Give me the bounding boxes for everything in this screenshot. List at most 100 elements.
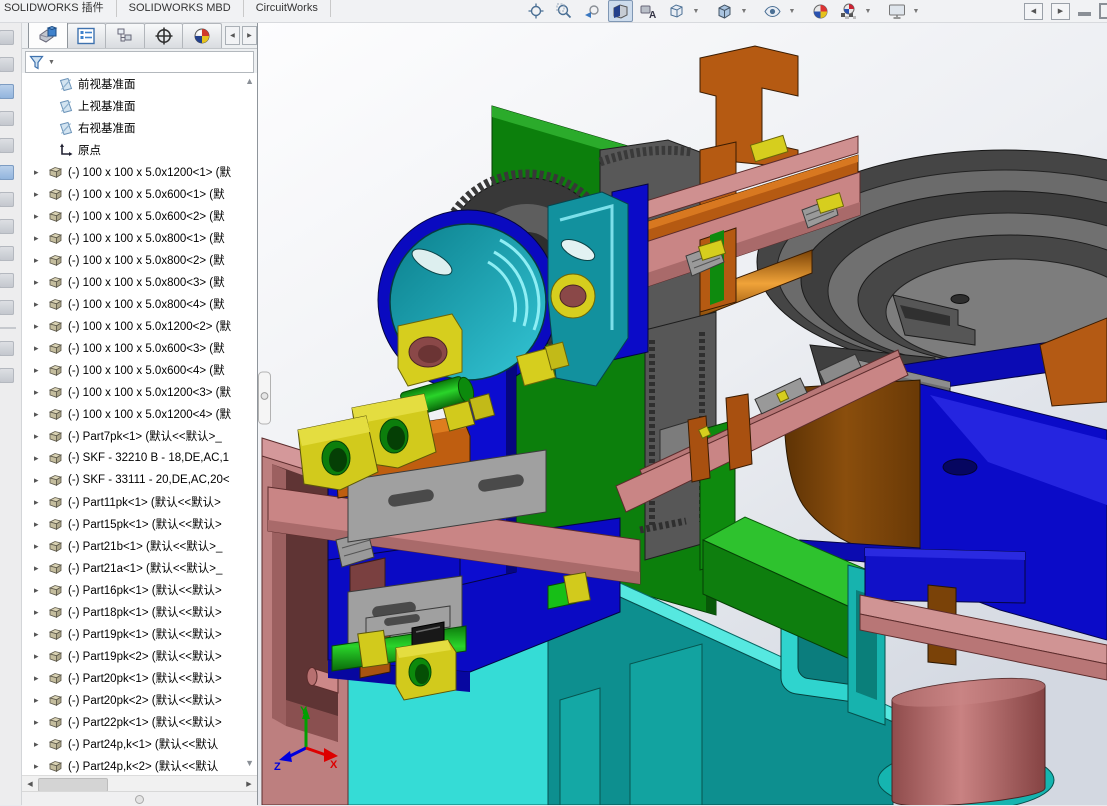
expand-arrow-icon[interactable]: ▸ [34,607,48,618]
maximize-button[interactable] [1099,3,1107,19]
tab-displaymanager[interactable] [182,23,222,48]
panel-collapse-tab[interactable] [258,371,271,425]
expand-arrow-icon[interactable]: ▸ [34,211,48,222]
tree-item[interactable]: ▸ 前视基准面 [22,73,257,95]
display-style-icon[interactable] [712,0,737,22]
expand-arrow-icon[interactable]: ▸ [34,541,48,552]
tree-item[interactable]: ▸ (-) Part24p,k<2> (默认<<默认 [22,755,257,775]
left-toolbar-icon[interactable] [0,192,14,207]
expand-arrow-icon[interactable]: ▸ [34,189,48,200]
left-toolbar-icon[interactable] [0,57,14,72]
tab-configurationmanager[interactable] [105,23,145,48]
tree-item[interactable]: ▸ (-) Part22pk<1> (默认<<默认> [22,711,257,733]
panel-tab-scroll-left[interactable]: ◀ [224,26,240,45]
tree-horizontal-scrollbar[interactable]: ◀ ▶ [22,775,257,792]
expand-arrow-icon[interactable]: ▸ [34,321,48,332]
tree-item[interactable]: ▸ (-) 100 x 100 x 5.0x600<3> (默 [22,337,257,359]
hide-show-items-icon[interactable] [760,0,785,22]
tree-item[interactable]: ▸ (-) Part15pk<1> (默认<<默认> [22,513,257,535]
menu-tab-circuitworks[interactable]: CircuitWorks [244,0,331,17]
expand-arrow-icon[interactable]: ▸ [34,343,48,354]
expand-arrow-icon[interactable]: ▸ [34,453,48,464]
edit-appearance-icon[interactable] [808,0,833,22]
tree-item[interactable]: ▸ (-) 100 x 100 x 5.0x600<1> (默 [22,183,257,205]
expand-arrow-icon[interactable]: ▸ [34,629,48,640]
tree-item[interactable]: ▸ (-) Part7pk<1> (默认<<默认>_ [22,425,257,447]
previous-view-icon[interactable] [580,0,605,22]
view-orientation-caret-icon[interactable]: ▼ [692,8,700,15]
left-toolbar-icon[interactable] [0,219,14,234]
tab-propertymanager[interactable] [66,23,107,48]
menu-tab-solidworks-mbd[interactable]: SOLIDWORKS MBD [117,0,244,17]
tree-item[interactable]: ▸ (-) 100 x 100 x 5.0x600<2> (默 [22,205,257,227]
expand-arrow-icon[interactable]: ▸ [34,255,48,266]
tab-featuremanager-design-tree[interactable] [28,21,68,48]
view-orientation-icon[interactable] [664,0,689,22]
tree-item[interactable]: ▸ (-) Part18pk<1> (默认<<默认> [22,601,257,623]
expand-arrow-icon[interactable]: ▸ [34,387,48,398]
tree-item[interactable]: ▸ (-) 100 x 100 x 5.0x1200<3> (默 [22,381,257,403]
panel-tab-scroll-right[interactable]: ▶ [241,26,257,45]
tree-scroll-down-icon[interactable]: ▼ [245,758,254,768]
tree-item[interactable]: ▸ (-) SKF - 33111 - 20,DE,AC,20< [22,469,257,491]
tree-item[interactable]: ▸ (-) 100 x 100 x 5.0x1200<4> (默 [22,403,257,425]
view-settings-caret-icon[interactable]: ▼ [912,8,920,15]
panel-splitter[interactable] [22,791,257,806]
left-toolbar-icon[interactable] [0,300,14,315]
apply-scene-icon[interactable] [836,0,861,22]
tree-item[interactable]: ▸ (-) 100 x 100 x 5.0x800<2> (默 [22,249,257,271]
view-settings-icon[interactable] [884,0,909,22]
expand-arrow-icon[interactable]: ▸ [34,585,48,596]
section-view-icon[interactable] [608,0,633,22]
collapse-left-pane-button[interactable]: ◀ [1024,2,1043,20]
tree-item[interactable]: ▸ (-) Part21b<1> (默认<<默认>_ [22,535,257,557]
expand-arrow-icon[interactable]: ▸ [34,277,48,288]
expand-arrow-icon[interactable]: ▸ [34,695,48,706]
tree-item[interactable]: ▸ 右视基准面 [22,117,257,139]
left-toolbar-icon[interactable] [0,30,14,45]
left-toolbar-icon[interactable] [0,246,14,261]
tree-item[interactable]: ▸ (-) 100 x 100 x 5.0x800<4> (默 [22,293,257,315]
3d-viewport[interactable]: Y Z X [258,22,1107,805]
tree-item[interactable]: ▸ (-) 100 x 100 x 5.0x1200<1> (默 [22,161,257,183]
left-toolbar-icon[interactable] [0,368,14,383]
hide-show-items-caret-icon[interactable]: ▼ [788,8,796,15]
left-toolbar-icon[interactable] [0,165,14,180]
collapse-right-pane-button[interactable]: ▶ [1051,2,1070,20]
expand-arrow-icon[interactable]: ▸ [34,651,48,662]
expand-arrow-icon[interactable]: ▸ [34,761,48,772]
menu-tab-solidworks-addins[interactable]: SOLIDWORKS 插件 [0,0,117,17]
tree-item[interactable]: ▸ (-) Part24p,k<1> (默认<<默认 [22,733,257,755]
tree-filter-input[interactable] [57,53,253,71]
expand-arrow-icon[interactable]: ▸ [34,519,48,530]
expand-arrow-icon[interactable]: ▸ [34,299,48,310]
tree-item[interactable]: ▸ (-) SKF - 32210 B - 18,DE,AC,1 [22,447,257,469]
expand-arrow-icon[interactable]: ▸ [34,497,48,508]
tab-dimxpertmanager[interactable] [143,23,184,48]
expand-arrow-icon[interactable]: ▸ [34,563,48,574]
tree-item[interactable]: ▸ 原点 [22,139,257,161]
filter-funnel-icon[interactable] [29,55,45,70]
tree-item[interactable]: ▸ (-) Part20pk<2> (默认<<默认> [22,689,257,711]
tree-item[interactable]: ▸ 上视基准面 [22,95,257,117]
expand-arrow-icon[interactable]: ▸ [34,431,48,442]
tree-item[interactable]: ▸ (-) Part16pk<1> (默认<<默认> [22,579,257,601]
hscroll-right-arrow-icon[interactable]: ▶ [241,776,257,792]
zoom-to-fit-icon[interactable] [524,0,549,22]
tree-item[interactable]: ▸ (-) 100 x 100 x 5.0x1200<2> (默 [22,315,257,337]
expand-arrow-icon[interactable]: ▸ [34,739,48,750]
expand-arrow-icon[interactable]: ▸ [34,717,48,728]
hscroll-left-arrow-icon[interactable]: ◀ [22,776,38,792]
minimize-button[interactable] [1078,12,1091,16]
hscroll-thumb[interactable] [38,778,108,792]
expand-arrow-icon[interactable]: ▸ [34,475,48,486]
tree-item[interactable]: ▸ (-) Part20pk<1> (默认<<默认> [22,667,257,689]
tree-scroll-up-icon[interactable]: ▲ [245,76,254,86]
left-toolbar-icon[interactable] [0,273,14,288]
tree-item[interactable]: ▸ (-) 100 x 100 x 5.0x800<3> (默 [22,271,257,293]
3d-scene[interactable]: Y Z X [258,22,1107,805]
tree-item[interactable]: ▸ (-) Part19pk<2> (默认<<默认> [22,645,257,667]
filter-caret-icon[interactable]: ▼ [48,59,55,66]
expand-arrow-icon[interactable]: ▸ [34,365,48,376]
left-toolbar-icon[interactable] [0,341,14,356]
